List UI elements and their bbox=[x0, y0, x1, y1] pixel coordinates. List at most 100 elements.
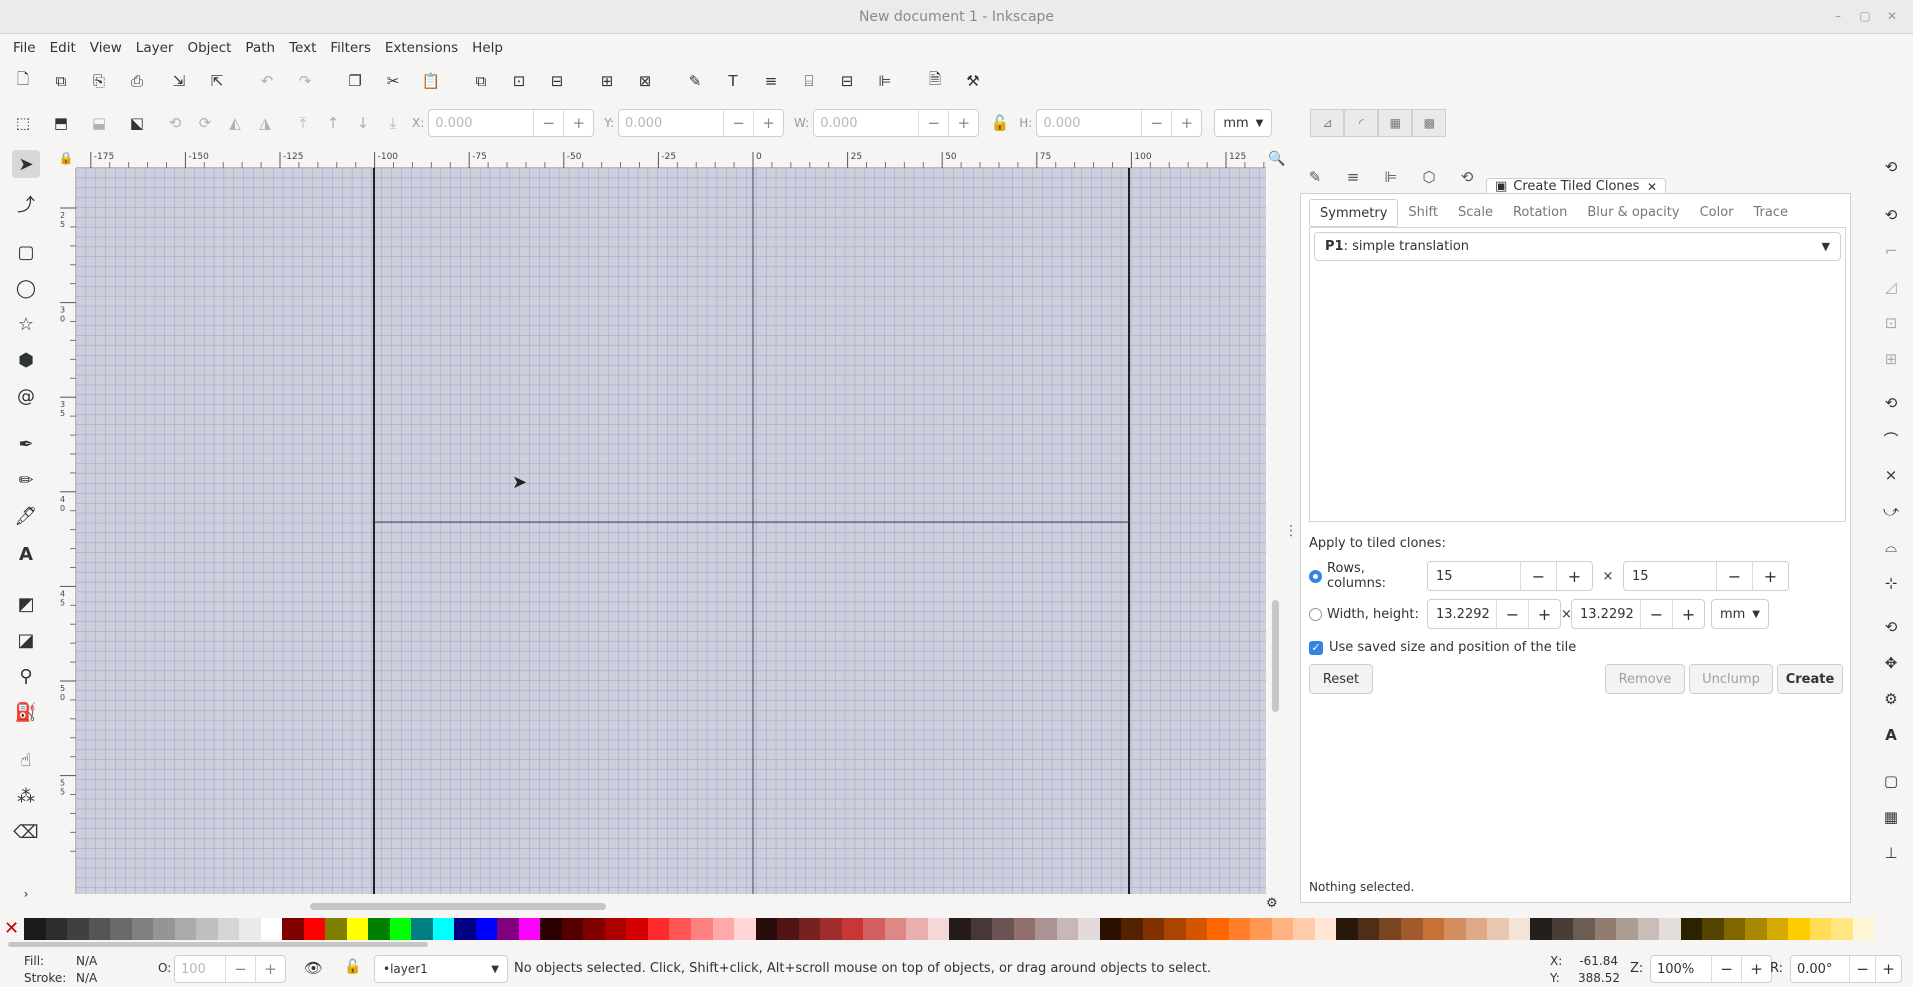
color-swatch[interactable] bbox=[45, 918, 68, 940]
color-swatch[interactable] bbox=[24, 918, 46, 940]
tab-color[interactable]: Color bbox=[1690, 199, 1744, 227]
width-height-radio[interactable] bbox=[1309, 607, 1322, 621]
tab-scale[interactable]: Scale bbox=[1448, 199, 1503, 227]
color-swatch[interactable] bbox=[1228, 918, 1251, 940]
y-spinbox[interactable]: 0.000 − + bbox=[618, 109, 785, 137]
snap-midpoint-icon[interactable]: ⊹ bbox=[1880, 572, 1902, 594]
lock-icon[interactable]: 🔓 bbox=[344, 959, 361, 975]
color-swatch[interactable] bbox=[1766, 918, 1789, 940]
copy-icon[interactable]: ❐ bbox=[340, 68, 370, 94]
color-swatch[interactable] bbox=[389, 918, 412, 940]
color-swatch[interactable] bbox=[1680, 918, 1703, 940]
color-swatch[interactable] bbox=[604, 918, 627, 940]
zoom-icon[interactable]: 🔍 bbox=[1266, 148, 1288, 170]
color-swatch[interactable] bbox=[303, 918, 326, 940]
objects-icon[interactable]: ⊫ bbox=[1372, 160, 1410, 194]
horizontal-scrollbar[interactable] bbox=[310, 903, 606, 910]
width-decrement-button[interactable]: − bbox=[1496, 600, 1528, 628]
snap-bbox-edge-icon[interactable]: ⌐ bbox=[1880, 240, 1902, 262]
minimize-icon[interactable]: – bbox=[1832, 10, 1844, 22]
menu-help[interactable]: Help bbox=[465, 40, 510, 56]
color-swatch[interactable] bbox=[1487, 918, 1509, 940]
rotation-value[interactable]: 0.00° bbox=[1791, 962, 1849, 977]
select-all-layers-icon[interactable]: ⬒ bbox=[46, 110, 76, 136]
menu-file[interactable]: File bbox=[6, 40, 43, 56]
x-value[interactable]: 0.000 bbox=[429, 116, 533, 131]
opacity-value[interactable]: 100 bbox=[175, 962, 225, 977]
color-swatch[interactable] bbox=[1616, 918, 1638, 940]
color-swatch[interactable] bbox=[927, 918, 950, 940]
color-swatch[interactable] bbox=[1336, 918, 1358, 940]
h-spinbox[interactable]: 0.000 − + bbox=[1036, 109, 1203, 137]
layer-select[interactable]: •layer1 ▼ bbox=[374, 955, 508, 983]
palette-scrollbar[interactable] bbox=[8, 942, 428, 947]
menu-layer[interactable]: Layer bbox=[129, 40, 181, 56]
snap-bbox-center-icon[interactable]: ⊞ bbox=[1880, 348, 1902, 370]
opacity-spinbox[interactable]: 100 − + bbox=[174, 955, 286, 983]
move-gradients-toggle[interactable]: ▦ bbox=[1378, 109, 1413, 137]
color-swatch[interactable] bbox=[1637, 918, 1660, 940]
pen-tool-icon[interactable]: ✒ bbox=[12, 430, 40, 458]
tab-trace[interactable]: Trace bbox=[1744, 199, 1799, 227]
color-swatch[interactable] bbox=[1723, 918, 1746, 940]
raise-top-icon[interactable]: ⤒ bbox=[288, 110, 318, 136]
color-swatch[interactable] bbox=[196, 918, 218, 940]
preferences-icon[interactable]: ⚒ bbox=[958, 68, 988, 94]
snap-grid-icon[interactable]: ▦ bbox=[1880, 806, 1902, 828]
color-swatch[interactable] bbox=[841, 918, 864, 940]
snap-smooth-icon[interactable]: ⌓ bbox=[1880, 536, 1902, 558]
color-swatch[interactable] bbox=[949, 918, 971, 940]
symbols-icon[interactable]: ⬡ bbox=[1410, 160, 1448, 194]
zoom-value[interactable]: 100% bbox=[1651, 962, 1711, 977]
rows-decrement-button[interactable]: − bbox=[1520, 562, 1556, 590]
tab-shift[interactable]: Shift bbox=[1398, 199, 1448, 227]
lower-icon[interactable]: ↓ bbox=[348, 110, 378, 136]
tab-create-tiled-clones[interactable]: ▣ Create Tiled Clones ✕ bbox=[1486, 178, 1666, 194]
color-swatch[interactable] bbox=[1035, 918, 1057, 940]
gradient-tool-icon[interactable]: ◩ bbox=[12, 590, 40, 618]
opacity-decrement-button[interactable]: − bbox=[225, 956, 255, 982]
zoom-decrement-button[interactable]: − bbox=[1711, 956, 1741, 982]
height-increment-button[interactable]: + bbox=[1672, 600, 1704, 628]
flip-horizontal-icon[interactable]: ◭ bbox=[220, 110, 250, 136]
color-swatch[interactable] bbox=[647, 918, 670, 940]
color-swatch[interactable] bbox=[1207, 918, 1229, 940]
color-swatch[interactable] bbox=[497, 918, 519, 940]
tab-symmetry[interactable]: Symmetry bbox=[1309, 199, 1399, 227]
color-swatch[interactable] bbox=[239, 918, 261, 940]
columns-increment-button[interactable]: + bbox=[1752, 562, 1788, 590]
lock-guides-icon[interactable]: 🔒 bbox=[56, 148, 76, 168]
color-swatch[interactable] bbox=[583, 918, 605, 940]
drawing-canvas[interactable] bbox=[75, 167, 1266, 894]
w-spinbox[interactable]: 0.000 − + bbox=[813, 109, 980, 137]
color-swatch[interactable] bbox=[1271, 918, 1294, 940]
selector-tool-icon[interactable]: ➤ bbox=[12, 150, 40, 178]
color-swatch[interactable] bbox=[1831, 918, 1853, 940]
color-swatch[interactable] bbox=[1293, 918, 1315, 940]
color-palette[interactable] bbox=[24, 918, 1875, 940]
color-swatch[interactable] bbox=[174, 918, 197, 940]
vertical-ruler[interactable]: 25303540455055 bbox=[56, 168, 76, 894]
move-patterns-toggle[interactable]: ▩ bbox=[1412, 109, 1447, 137]
h-value[interactable]: 0.000 bbox=[1037, 116, 1141, 131]
vertical-scrollbar[interactable] bbox=[1272, 600, 1279, 712]
rectangle-tool-icon[interactable]: ▢ bbox=[12, 238, 40, 266]
color-swatch[interactable] bbox=[1702, 918, 1724, 940]
rotation-decrement-button[interactable]: − bbox=[1849, 956, 1875, 982]
columns-decrement-button[interactable]: − bbox=[1716, 562, 1752, 590]
snap-nodes-icon[interactable]: ⟲ bbox=[1880, 392, 1902, 414]
columns-spinbox[interactable]: 15 − + bbox=[1623, 561, 1789, 591]
menu-object[interactable]: Object bbox=[180, 40, 238, 56]
snap-page-icon[interactable]: ▢ bbox=[1880, 770, 1902, 792]
symmetry-select[interactable]: P1 : simple translation ▼ bbox=[1314, 232, 1841, 261]
snap-cusp-icon[interactable]: ⤻ bbox=[1880, 500, 1902, 522]
layers-icon[interactable]: ≡ bbox=[1334, 160, 1372, 194]
fill-stroke-icon[interactable]: ✎ bbox=[680, 68, 710, 94]
menu-text[interactable]: Text bbox=[282, 40, 323, 56]
width-spinbox[interactable]: 13.2292 − + bbox=[1427, 599, 1561, 629]
calligraphy-tool-icon[interactable]: 🖋 bbox=[12, 502, 40, 530]
opacity-increment-button[interactable]: + bbox=[255, 956, 285, 982]
color-swatch[interactable] bbox=[1013, 918, 1036, 940]
redo-icon[interactable]: ↷ bbox=[290, 68, 320, 94]
zoom-increment-button[interactable]: + bbox=[1741, 956, 1771, 982]
